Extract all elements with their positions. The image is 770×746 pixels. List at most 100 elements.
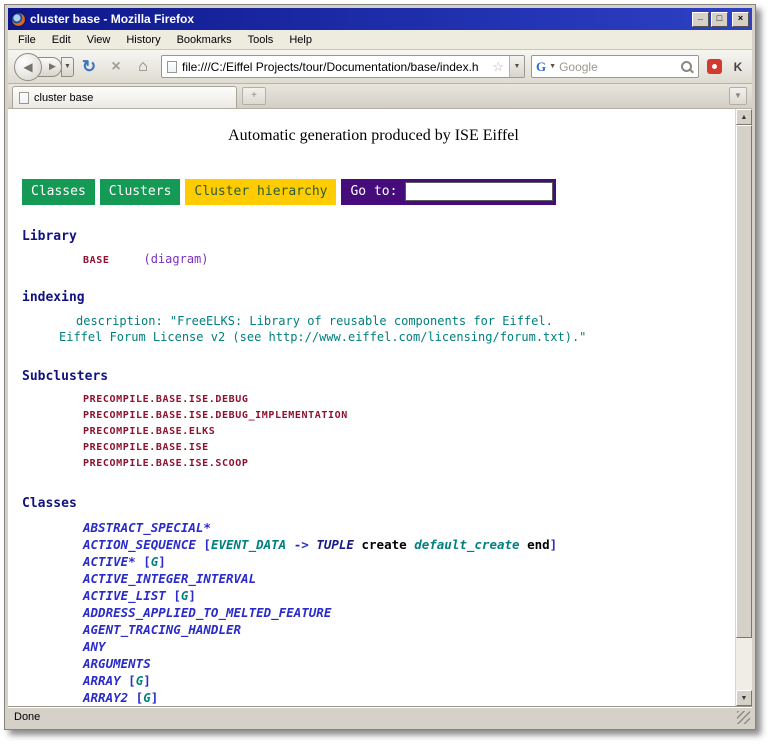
tab-label: cluster base — [34, 92, 93, 104]
stop-button[interactable]: × — [104, 54, 128, 80]
class-link[interactable]: ACTIVE_INTEGER_INTERVAL — [83, 570, 725, 587]
subclusters-heading: Subclusters — [22, 369, 725, 384]
scroll-up-icon: ▲ — [741, 114, 748, 121]
library-heading: Library — [22, 229, 725, 244]
status-text: Done — [14, 711, 40, 723]
class-link[interactable]: ACTION_SEQUENCE [EVENT_DATA -> TUPLE cre… — [83, 536, 725, 553]
menu-history[interactable]: History — [118, 32, 168, 48]
subcluster-link[interactable]: PRECOMPILE.BASE.ISE.DEBUG — [83, 392, 725, 408]
browser-window: cluster base - Mozilla Firefox _ □ × Fil… — [4, 4, 756, 730]
classes-list: ABSTRACT_SPECIAL*ACTION_SEQUENCE [EVENT_… — [22, 519, 725, 706]
class-link[interactable]: AGENT_TRACING_HANDLER — [83, 621, 725, 638]
tab-cluster-base[interactable]: cluster base — [12, 86, 237, 108]
goto-input[interactable] — [405, 182, 553, 201]
back-icon: ◀ — [23, 60, 32, 74]
url-text[interactable]: file:///C:/Eiffel Projects/tour/Document… — [182, 60, 487, 74]
tab-bar: cluster base + ▼ — [8, 84, 752, 109]
navigation-toolbar: ◀ ▶ ▼ ↻ × ⌂ file:///C:/Eiffel Projects/t… — [8, 50, 752, 84]
indexing-description-line: Eiffel Forum License v2 (see http://www.… — [22, 329, 725, 345]
scroll-down-icon: ▼ — [741, 695, 748, 702]
classes-button[interactable]: Classes — [22, 179, 95, 205]
subcluster-link[interactable]: PRECOMPILE.BASE.ELKS — [83, 424, 725, 440]
classes-heading: Classes — [22, 496, 725, 511]
window-controls: _ □ × — [692, 12, 749, 27]
browser-content: Automatic generation produced by ISE Eif… — [8, 109, 752, 706]
subclusters-list: PRECOMPILE.BASE.ISE.DEBUGPRECOMPILE.BASE… — [22, 392, 725, 472]
stop-icon: × — [111, 58, 120, 76]
diagram-link[interactable]: (diagram) — [143, 252, 208, 266]
home-button[interactable]: ⌂ — [131, 54, 155, 80]
menu-bookmarks[interactable]: Bookmarks — [169, 32, 240, 48]
search-engine-dropdown[interactable]: ▼ — [549, 63, 556, 70]
home-icon: ⌂ — [138, 58, 148, 76]
menu-view[interactable]: View — [79, 32, 119, 48]
history-dropdown-button[interactable]: ▼ — [61, 57, 74, 77]
extension-icon-k[interactable]: K — [730, 60, 746, 74]
search-magnifier-icon[interactable] — [680, 60, 694, 74]
base-cluster-link[interactable]: BASE — [83, 255, 109, 266]
list-all-tabs-button[interactable]: ▼ — [729, 87, 747, 105]
status-bar: Done — [8, 706, 752, 726]
class-link[interactable]: ACTIVE_LIST [G] — [83, 587, 725, 604]
extension-icon-red[interactable] — [707, 59, 722, 74]
back-button[interactable]: ◀ — [14, 53, 42, 81]
subcluster-link[interactable]: PRECOMPILE.BASE.ISE.DEBUG_IMPLEMENTATION — [83, 408, 725, 424]
menu-edit[interactable]: Edit — [44, 32, 79, 48]
document-body: Automatic generation produced by ISE Eif… — [8, 109, 735, 706]
minimize-button[interactable]: _ — [692, 12, 709, 27]
goto-label: Go to: — [344, 184, 405, 199]
google-icon: G — [536, 59, 546, 75]
history-nav-cluster: ◀ ▶ ▼ — [14, 53, 74, 81]
bookmark-star-icon[interactable]: ☆ — [492, 59, 504, 75]
vertical-scrollbar[interactable]: ▲ ▼ — [735, 109, 752, 706]
firefox-logo-icon — [11, 12, 26, 27]
url-dropdown-button[interactable]: ▼ — [509, 56, 524, 77]
cluster-hierarchy-button[interactable]: Cluster hierarchy — [185, 179, 336, 205]
chevron-down-icon: ▼ — [64, 63, 71, 70]
class-link[interactable]: ABSTRACT_SPECIAL* — [83, 519, 725, 536]
new-tab-icon: + — [251, 91, 257, 101]
class-link[interactable]: ARRAY2 [G] — [83, 689, 725, 706]
subclusters-section: Subclusters PRECOMPILE.BASE.ISE.DEBUGPRE… — [22, 369, 725, 472]
subcluster-link[interactable]: PRECOMPILE.BASE.ISE — [83, 440, 725, 456]
forward-icon: ▶ — [49, 61, 56, 72]
indexing-heading: indexing — [22, 290, 725, 305]
titlebar[interactable]: cluster base - Mozilla Firefox _ □ × — [8, 8, 752, 30]
resize-grip[interactable] — [737, 711, 750, 724]
class-link[interactable]: ARRAY [G] — [83, 672, 725, 689]
tab-favicon — [19, 92, 29, 104]
indexing-description-line: description: "FreeELKS: Library of reusa… — [22, 313, 725, 329]
clusters-button[interactable]: Clusters — [100, 179, 181, 205]
reload-button[interactable]: ↻ — [77, 54, 101, 80]
new-tab-button[interactable]: + — [242, 87, 266, 105]
url-bar[interactable]: file:///C:/Eiffel Projects/tour/Document… — [161, 55, 525, 78]
maximize-button[interactable]: □ — [711, 12, 728, 27]
menu-file[interactable]: File — [10, 32, 44, 48]
page-favicon — [167, 61, 177, 73]
window-title: cluster base - Mozilla Firefox — [30, 12, 688, 26]
search-input[interactable]: Google — [559, 60, 677, 74]
scroll-down-button[interactable]: ▼ — [736, 690, 752, 706]
class-link[interactable]: ANY — [83, 638, 725, 655]
menu-help[interactable]: Help — [281, 32, 320, 48]
goto-group: Go to: — [341, 179, 556, 205]
page-banner: Automatic generation produced by ISE Eif… — [22, 127, 725, 145]
library-row: BASE (diagram) — [22, 252, 725, 266]
class-link[interactable]: ARGUMENTS — [83, 655, 725, 672]
class-link[interactable]: ADDRESS_APPLIED_TO_MELTED_FEATURE — [83, 604, 725, 621]
maximize-icon: □ — [717, 14, 722, 23]
close-button[interactable]: × — [732, 12, 749, 27]
scroll-up-button[interactable]: ▲ — [736, 109, 752, 125]
classes-section: Classes ABSTRACT_SPECIAL*ACTION_SEQUENCE… — [22, 496, 725, 706]
minimize-icon: _ — [698, 12, 703, 21]
chevron-down-icon: ▼ — [734, 92, 742, 100]
close-icon: × — [738, 14, 743, 23]
doc-toolbar: Classes Clusters Cluster hierarchy Go to… — [22, 179, 725, 205]
reload-icon: ↻ — [82, 57, 96, 77]
menubar: FileEditViewHistoryBookmarksToolsHelp — [8, 30, 752, 50]
scrollbar-thumb[interactable] — [736, 125, 752, 638]
search-bar[interactable]: G ▼ Google — [531, 55, 699, 78]
subcluster-link[interactable]: PRECOMPILE.BASE.ISE.SCOOP — [83, 456, 725, 472]
class-link[interactable]: ACTIVE* [G] — [83, 553, 725, 570]
menu-tools[interactable]: Tools — [240, 32, 282, 48]
